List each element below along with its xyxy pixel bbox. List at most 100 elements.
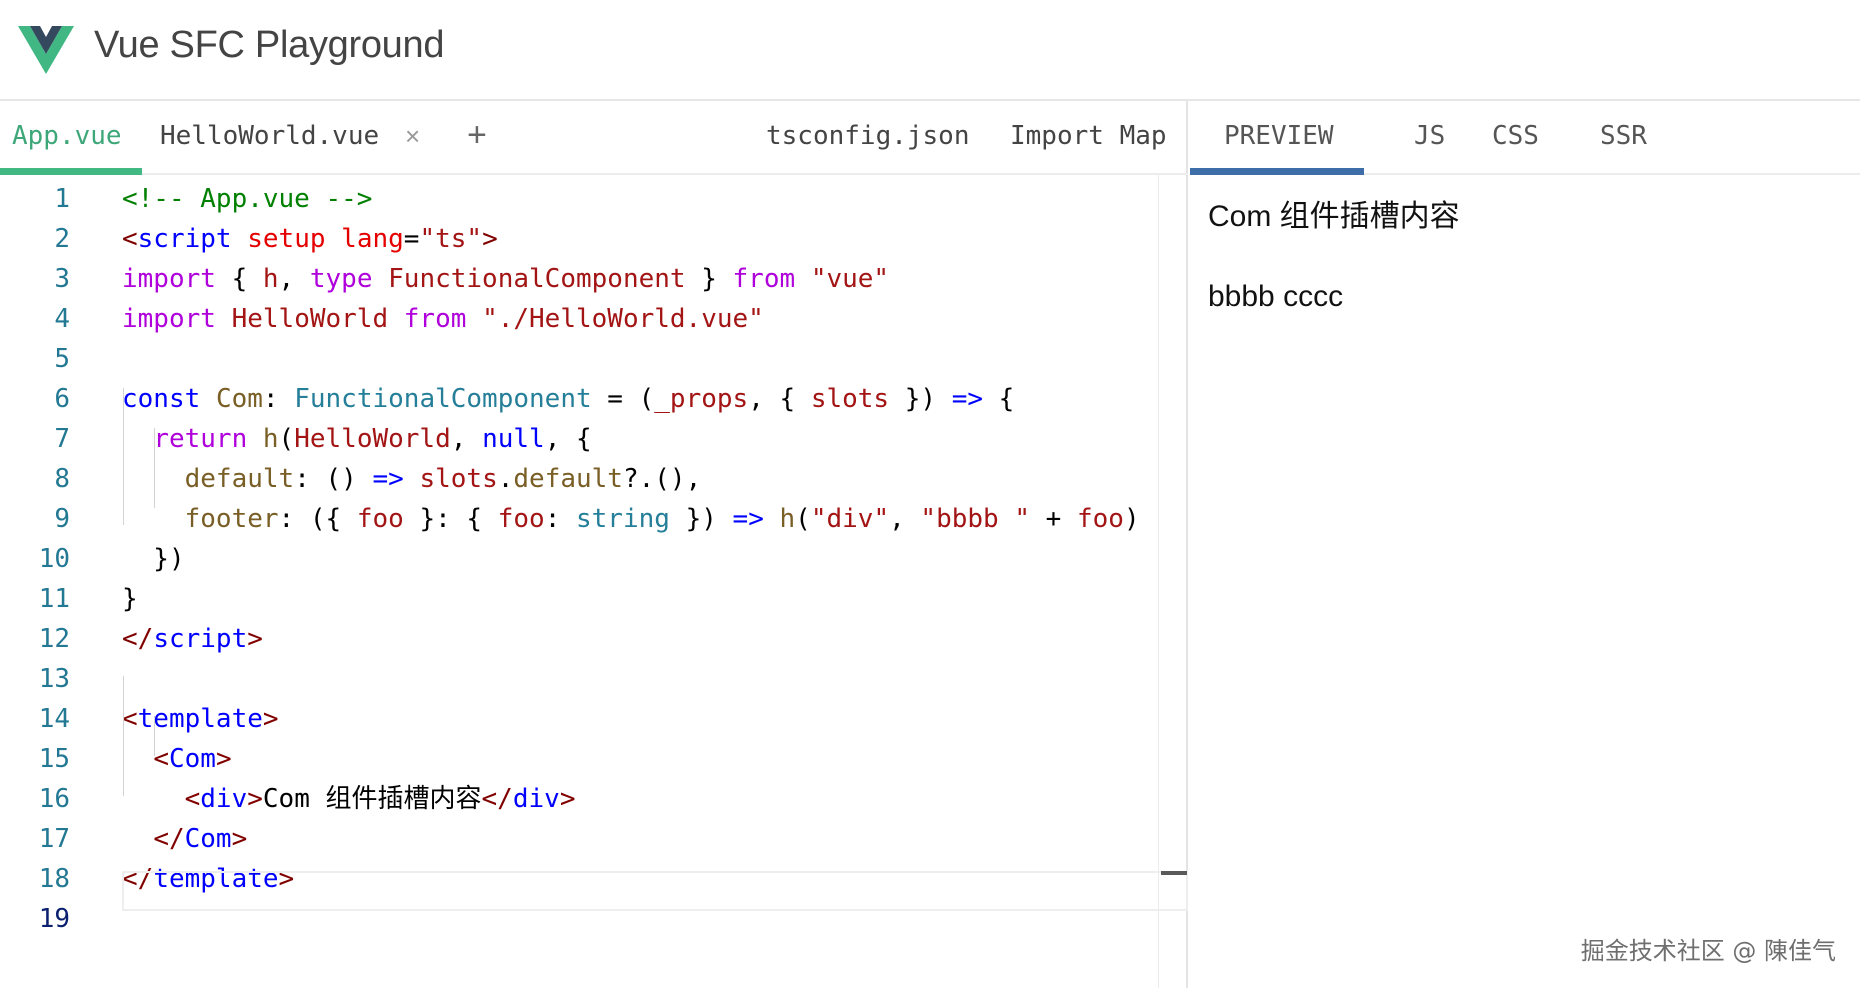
tab-tsconfig[interactable]: tsconfig.json (766, 101, 970, 175)
code-line: return h(HelloWorld, null, { (122, 419, 591, 459)
code-token: "vue" (810, 264, 890, 294)
code-token: }) (889, 384, 952, 414)
current-line-highlight (122, 871, 1188, 911)
code-token: > (262, 704, 279, 734)
code-editor[interactable]: 1 2 3 4 5 6 7 8 9 10 11 12 13 14 15 16 17 18 19 <!-- App.v… (0, 175, 1188, 988)
code-token: : () (294, 464, 373, 494)
code-token: ?.(), (622, 464, 702, 494)
code-line: import { h, type FunctionalComponent } f… (122, 259, 889, 299)
overview-ruler-cursor-mark (1161, 871, 1187, 875)
active-output-tab-indicator (1190, 168, 1364, 175)
code-token: . (497, 464, 514, 494)
tab-ssr[interactable]: SSR (1600, 101, 1647, 175)
code-line: </Com> (122, 819, 247, 859)
line-number: 11 (38, 584, 70, 614)
line-number: 12 (38, 624, 70, 654)
code-token: script (153, 624, 248, 654)
code-line: }) (122, 539, 185, 579)
code-token: "bbbb " (920, 504, 1030, 534)
code-token: HelloWorld (231, 304, 389, 334)
code-token: import (122, 304, 216, 334)
indent-guide (123, 388, 124, 525)
code-token: ( (795, 504, 811, 534)
code-token: h (262, 424, 279, 454)
code-token: "ts" (419, 224, 483, 254)
code-token: default (513, 464, 623, 494)
code-token: Com (168, 744, 216, 774)
tab-css[interactable]: CSS (1492, 101, 1539, 175)
output-tabs: PREVIEW JS CSS SSR (1190, 101, 1860, 175)
code-token: => (372, 464, 404, 494)
code-token: > (247, 624, 263, 654)
code-token: footer (184, 504, 279, 534)
code-token: ) (1123, 504, 1140, 534)
line-number: 14 (38, 704, 70, 734)
preview-slot-content: Com 组件插槽内容 (1208, 200, 1460, 233)
line-number: 9 (54, 504, 70, 534)
code-token: div (512, 784, 560, 814)
code-token: FunctionalComponent (388, 264, 686, 294)
code-token: => (732, 504, 764, 534)
add-file-button[interactable]: + (467, 101, 487, 175)
code-line: const Com: FunctionalComponent = (_props… (122, 379, 1014, 419)
code-line: footer: ({ foo }: { foo: string }) => h(… (122, 499, 1140, 539)
code-token: foo (497, 504, 545, 534)
vue-logo-icon[interactable] (18, 26, 74, 74)
code-token: from (732, 264, 796, 294)
tab-js[interactable]: JS (1414, 101, 1445, 175)
code-line: default: () => slots.default?.(), (122, 459, 702, 499)
code-token: null (482, 424, 545, 454)
line-number: 15 (38, 744, 70, 774)
code-token: }) (122, 544, 185, 574)
code-token: , (450, 424, 483, 454)
tab-helloworld-vue[interactable]: HelloWorld.vue (160, 101, 379, 175)
line-number: 3 (54, 264, 70, 294)
line-number: 7 (54, 424, 70, 454)
watermark-text: 掘金技术社区 @ 陳佳气 (1580, 937, 1836, 965)
code-line: <!-- App.vue --> (122, 179, 372, 219)
code-token: template (137, 704, 263, 734)
line-number: 17 (38, 824, 70, 854)
code-token: < (122, 704, 138, 734)
code-line: </script> (122, 619, 263, 659)
code-token: slots (810, 384, 890, 414)
code-token: > (482, 224, 498, 254)
code-token: : (262, 384, 295, 414)
code-token: </ (481, 784, 513, 814)
code-token: : (544, 504, 576, 534)
tab-app-vue[interactable]: App.vue (12, 101, 122, 175)
code-token: foo (1076, 504, 1124, 534)
editor-scrollbar-track[interactable] (1158, 175, 1159, 988)
code-token: } (122, 584, 138, 614)
code-token: , (889, 504, 921, 534)
code-token: + (1030, 504, 1077, 534)
close-tab-icon[interactable]: × (405, 101, 420, 175)
code-token: script (137, 224, 232, 254)
line-number: 8 (54, 464, 70, 494)
code-token: Com (215, 384, 263, 414)
code-token: </ (122, 624, 154, 654)
tab-preview[interactable]: PREVIEW (1224, 101, 1334, 175)
code-line: <div>Com 组件插槽内容</div> (122, 779, 576, 819)
code-token: Com 组件插槽内容 (262, 784, 482, 814)
code-token: lang (341, 224, 404, 254)
line-number: 13 (38, 664, 70, 694)
code-token: > (215, 744, 232, 774)
tab-import-map[interactable]: Import Map (1010, 101, 1167, 175)
line-number: 4 (54, 304, 70, 334)
code-token: "div" (810, 504, 890, 534)
indent-guide (123, 676, 124, 796)
line-number: 6 (54, 384, 70, 414)
preview-pane: PREVIEW JS CSS SSR Com 组件插槽内容 bbbb cccc (1190, 101, 1860, 988)
code-token: slots (419, 464, 498, 494)
line-number: 2 (54, 224, 70, 254)
code-token: string (576, 504, 670, 534)
